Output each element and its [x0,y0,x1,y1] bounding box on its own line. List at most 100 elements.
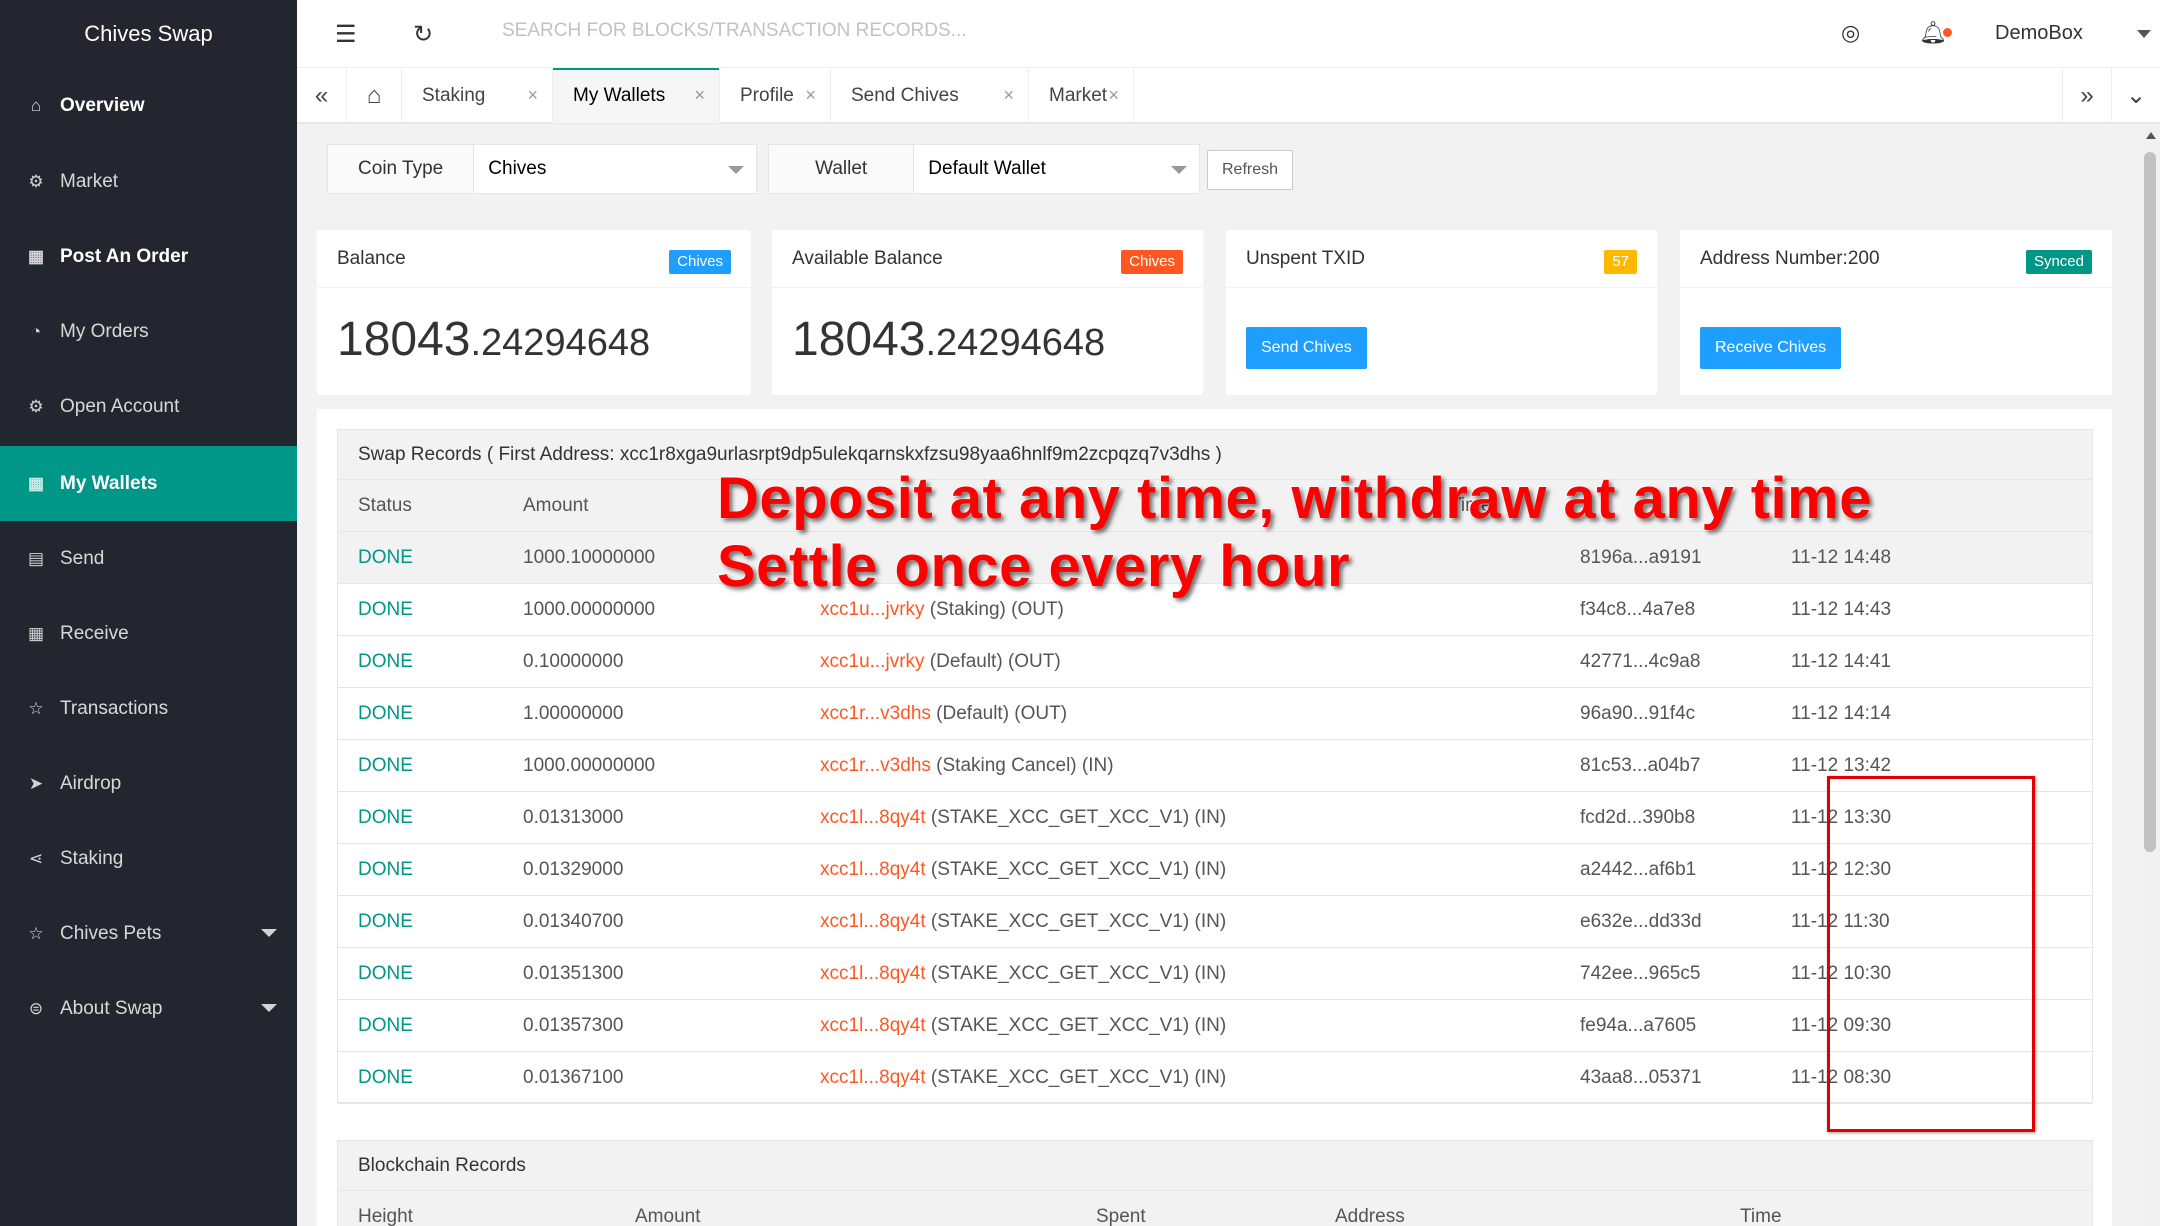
sidebar-item-receive[interactable]: ▦ Receive [0,596,297,671]
gear-icon: ⚙ [28,396,44,416]
card-title: Balance [337,248,406,269]
amount-cell: 1000.10000000 [523,547,656,568]
receive-chives-button[interactable]: Receive Chives [1700,327,1842,369]
sidebar-item-send[interactable]: ▤ Send [0,521,297,596]
address-short[interactable]: xcc1l...8qy4t [820,963,926,984]
star-icon: ☆ [28,923,44,943]
status-cell: DONE [358,1067,413,1088]
tabs-scroll-right-icon[interactable]: » [2062,68,2112,123]
tabs-scroll-left-icon[interactable]: « [297,68,347,123]
address-link[interactable]: xcc1l...8qy4t (STAKE_XCC_GET_XCC_V1) (IN… [820,1052,1226,1103]
menu-toggle-icon[interactable]: ☰ [335,20,357,49]
address-short[interactable]: xcc1l...8qy4t [820,859,926,880]
address-short[interactable]: xcc1r...v3dhs [820,703,931,724]
synced-badge: Synced [2025,250,2092,274]
sidebar-item-label: About Swap [60,997,163,1019]
txid-cell: 43aa8...05371 [1580,1067,1702,1088]
available-balance-value: 18043.24294648 [792,313,1106,366]
address-link[interactable]: xcc1l...8qy4t (STAKE_XCC_GET_XCC_V1) (IN… [820,844,1226,895]
home-tab-icon[interactable]: ⌂ [347,68,402,123]
sidebar-item-staking[interactable]: ⋖ Staking [0,821,297,896]
tab-market[interactable]: Market × [1029,68,1134,123]
status-cell: DONE [358,599,413,620]
address-number-card: Address Number:200 Synced Receive Chives [1680,230,2112,395]
address-short[interactable]: xcc1u...jvrky [820,599,925,620]
close-icon[interactable]: × [694,68,705,123]
close-icon[interactable]: × [1108,68,1119,123]
amount-cell: 0.01367100 [523,1067,624,1088]
count-badge: 57 [1604,250,1637,274]
status-cell: DONE [358,547,413,568]
sidebar-item-my-orders[interactable]: ◔ My Orders [0,294,297,369]
blockchain-records-title: Blockchain Records [338,1141,2092,1191]
currency-badge: Chives [669,250,731,274]
sidebar-item-label: Staking [60,847,124,869]
coin-type-select[interactable]: Chives [474,145,756,193]
tab-label: Staking [422,85,486,106]
address-link[interactable]: xcc1l...8qy4t (STAKE_XCC_GET_XCC_V1) (IN… [820,1000,1226,1051]
card-title: Address Number:200 [1700,248,1880,269]
sidebar-item-post-an-order[interactable]: ▦ Post An Order [0,219,297,294]
send-chives-button[interactable]: Send Chives [1246,327,1367,369]
currency-badge: Chives [1121,250,1183,274]
sidebar-item-transactions[interactable]: ☆ Transactions [0,671,297,746]
close-icon[interactable]: × [1003,68,1014,123]
palette-icon[interactable]: ◎ [1841,20,1860,46]
address-note: (STAKE_XCC_GET_XCC_V1) (IN) [925,859,1227,880]
address-link[interactable]: xcc1u...jvrky (Default) (OUT) [820,636,1061,687]
user-name[interactable]: DemoBox [1995,22,2083,45]
address-note: (STAKE_XCC_GET_XCC_V1) (IN) [925,1015,1227,1036]
gear-icon: ⚙ [28,171,44,191]
home-icon: ⌂ [30,95,42,115]
star-icon: ☆ [28,698,44,718]
table-row[interactable]: DONE 1.00000000 xcc1r...v3dhs (Default) (O… [338,688,2092,740]
tab-my-wallets[interactable]: My Wallets × [553,68,720,123]
info-icon: ⊜ [28,998,44,1018]
address-note: (STAKE_XCC_GET_XCC_V1) (IN) [925,911,1227,932]
address-link[interactable]: xcc1r...v3dhs (Default) (OUT) [820,688,1067,739]
tab-send-chives[interactable]: Send Chives × [831,68,1029,123]
wallet-label: Wallet [769,145,915,193]
sidebar-item-airdrop[interactable]: ➤ Airdrop [0,746,297,821]
sidebar-item-market[interactable]: ⚙ Market [0,144,297,219]
scroll-up-icon[interactable] [2146,132,2156,139]
status-cell: DONE [358,703,413,724]
refresh-icon[interactable]: ↻ [413,20,433,49]
page-scrollbar[interactable] [2141,124,2160,1226]
tab-label: Market [1049,85,1108,106]
coin-type-label: Coin Type [328,145,475,193]
sidebar-item-open-account[interactable]: ⚙ Open Account [0,369,297,444]
sidebar-item-my-wallets[interactable]: ▦ My Wallets [0,446,297,521]
gauge-icon: ◔ [30,321,42,341]
close-icon[interactable]: × [805,68,816,123]
address-link[interactable]: xcc1l...8qy4t (STAKE_XCC_GET_XCC_V1) (IN… [820,896,1226,947]
sidebar-item-label: Market [60,170,119,192]
refresh-button[interactable]: Refresh [1207,150,1293,190]
address-short[interactable]: xcc1r...v3dhs [820,755,931,776]
txid-cell: fe94a...a7605 [1580,1015,1697,1036]
chevron-down-icon[interactable] [2137,30,2151,38]
address-link[interactable]: xcc1l...8qy4t (STAKE_XCC_GET_XCC_V1) (IN… [820,948,1226,999]
address-short[interactable]: xcc1l...8qy4t [820,1067,926,1088]
sidebar-item-chives-pets[interactable]: ☆ Chives Pets [0,896,297,971]
search-input[interactable] [502,20,1062,42]
address-link[interactable]: xcc1r...v3dhs (Staking Cancel) (IN) [820,740,1114,791]
list-icon: ▤ [27,548,45,568]
wallet-filter: Wallet Default Wallet [768,144,1200,194]
table-row[interactable]: DONE 0.10000000 xcc1u...jvrky (Default) (O… [338,636,2092,688]
status-cell: DONE [358,1015,413,1036]
tabs-menu-chevron-icon[interactable]: ⌄ [2112,68,2160,123]
scroll-thumb[interactable] [2144,152,2156,852]
address-short[interactable]: xcc1l...8qy4t [820,1015,926,1036]
address-short[interactable]: xcc1l...8qy4t [820,911,926,932]
address-short[interactable]: xcc1u...jvrky [820,651,925,672]
sidebar-item-overview[interactable]: ⌂ Overview [0,68,297,143]
address-link[interactable]: xcc1l...8qy4t (STAKE_XCC_GET_XCC_V1) (IN… [820,792,1226,843]
sidebar-item-about-swap[interactable]: ⊜ About Swap [0,971,297,1046]
close-icon[interactable]: × [527,68,538,123]
tab-profile[interactable]: Profile × [720,68,831,123]
tab-staking[interactable]: Staking × [402,68,553,123]
amount-cell: 0.01340700 [523,911,624,932]
wallet-select[interactable]: Default Wallet [914,145,1199,193]
address-short[interactable]: xcc1l...8qy4t [820,807,926,828]
